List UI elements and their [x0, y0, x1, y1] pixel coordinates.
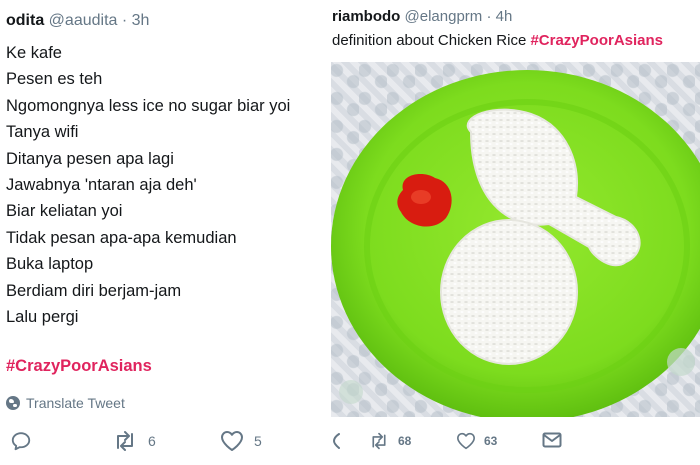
retweet-count: 68 [398, 434, 412, 448]
handle[interactable]: @aaudita [49, 12, 118, 29]
timestamp[interactable]: 3h [132, 12, 150, 29]
reply-button[interactable] [332, 432, 340, 450]
timestamp[interactable]: 4h [496, 8, 513, 25]
tweet-actions: 68 63 [332, 432, 692, 458]
retweet-icon [117, 431, 133, 451]
tweet-text: definition about Chicken Rice #CrazyPoor… [332, 32, 663, 49]
retweet-button[interactable]: 68 [368, 432, 411, 450]
hashtag-link[interactable]: #CrazyPoorAsians [6, 357, 152, 376]
hashtag-link[interactable]: #CrazyPoorAsians [530, 32, 663, 49]
tweet-line: Jawabnya 'ntaran aja deh' [6, 175, 197, 194]
display-name[interactable]: odita [6, 12, 44, 29]
translate-label: Translate Tweet [26, 395, 125, 411]
like-icon [457, 432, 475, 450]
tweet-line: Lalu pergi [6, 307, 79, 326]
right-tweet: riambodo @elangprm · 4h definition about… [326, 0, 700, 465]
tweet-line: Tidak pesan apa-apa kemudian [6, 228, 237, 247]
tweet-line: Berdiam diri berjam-jam [6, 281, 182, 300]
separator: · [121, 12, 128, 29]
like-button[interactable]: 63 [456, 432, 497, 450]
like-button[interactable]: 5 [220, 430, 262, 452]
direct-message-button[interactable] [542, 432, 562, 448]
tweet-header: odita @aaudita · 3h [6, 12, 149, 30]
tweet-line: Pesen es teh [6, 70, 103, 89]
tweet-line: Ditanya pesen apa lagi [6, 149, 174, 168]
reply-icon [11, 432, 31, 451]
retweet-count: 6 [148, 433, 156, 449]
like-count: 5 [254, 433, 262, 449]
handle[interactable]: @elangprm [405, 8, 483, 25]
retweet-icon [372, 432, 386, 450]
tweet-line: Ke kafe [6, 44, 62, 62]
tweet-photo[interactable] [331, 62, 700, 417]
reply-icon [332, 433, 340, 449]
tweet-line: Ngomongnya less ice no sugar biar yoi [6, 96, 291, 115]
tweet-header: riambodo @elangprm · 4h [332, 8, 512, 25]
tweet-line: Biar keliatan yoi [6, 202, 123, 221]
reply-button[interactable] [10, 430, 32, 452]
separator: · [486, 8, 492, 25]
display-name[interactable]: riambodo [332, 8, 400, 25]
message-icon [542, 432, 562, 448]
left-tweet: odita @aaudita · 3h Ke kafe Pesen es teh… [0, 0, 326, 465]
like-icon [221, 431, 243, 451]
tweet-text-body: definition about Chicken Rice [332, 32, 531, 49]
like-count: 63 [484, 434, 498, 448]
globe-icon [6, 396, 20, 410]
tweet-line: Tanya wifi [6, 123, 79, 142]
translate-tweet-link[interactable]: Translate Tweet [6, 395, 125, 411]
tweet-text: Ke kafe Pesen es teh Ngomongnya less ice… [6, 40, 326, 330]
tweet-actions: 6 5 [10, 430, 310, 458]
chicken-rice-plate-image [331, 70, 700, 417]
retweet-button[interactable]: 6 [112, 430, 156, 452]
tweet-line: Buka laptop [6, 255, 94, 274]
